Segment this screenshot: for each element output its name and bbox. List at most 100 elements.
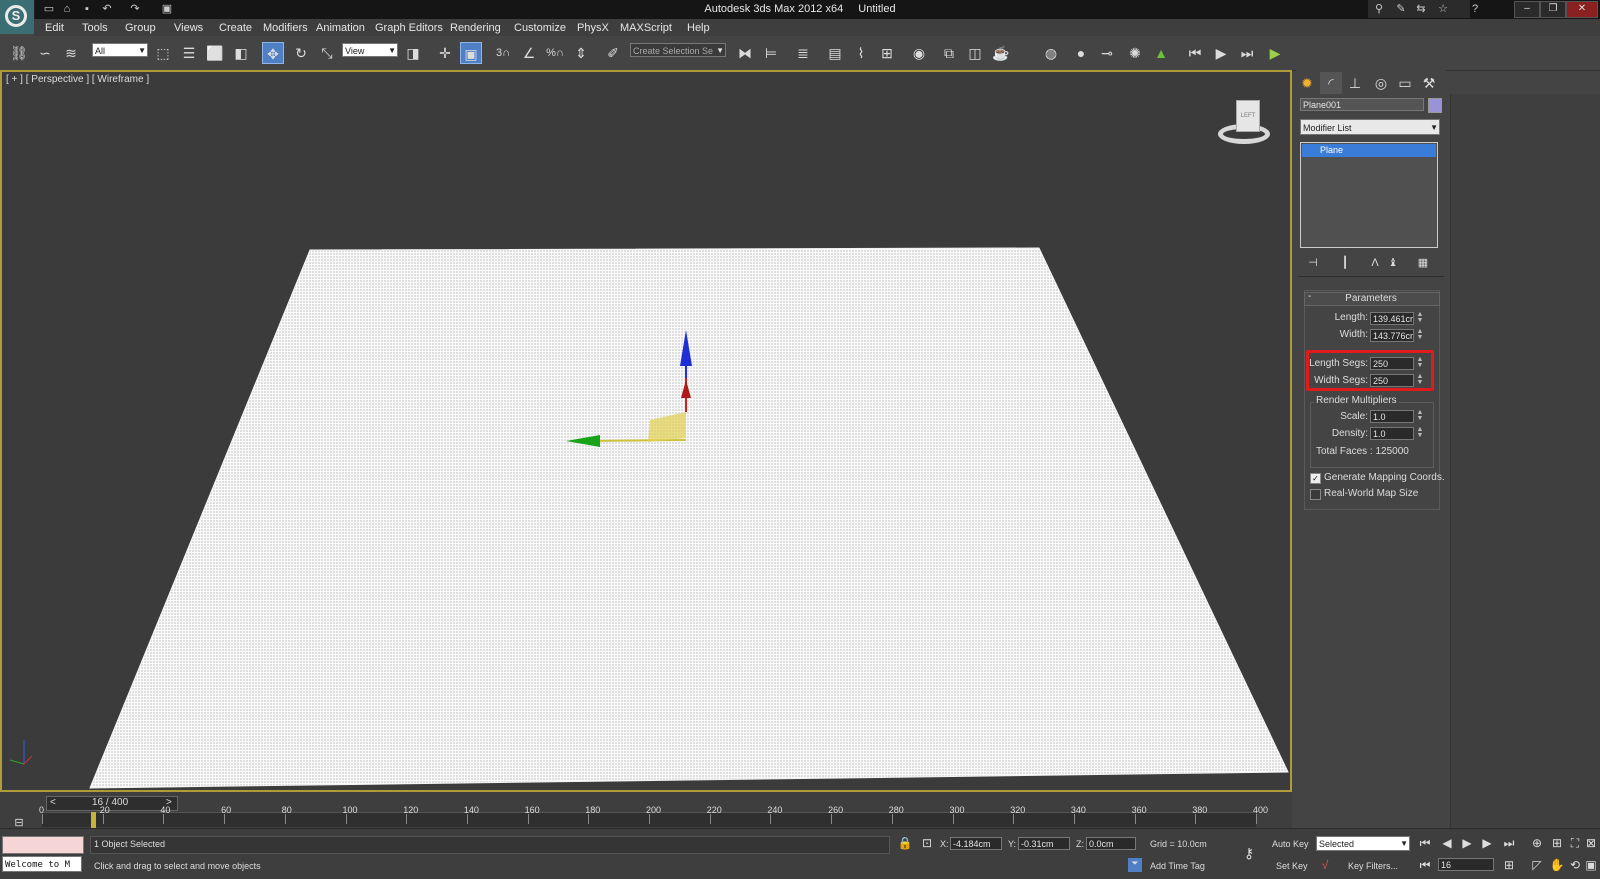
previous-frame-icon[interactable]: ◀	[1438, 836, 1456, 852]
set-key-button[interactable]: Set Key	[1276, 861, 1308, 871]
auto-key-button[interactable]: Auto Key	[1272, 839, 1309, 849]
align-icon[interactable]: ⊨	[760, 42, 782, 64]
zoom-all-icon[interactable]: ⊞	[1548, 836, 1566, 852]
length-spinner[interactable]: ▲ ▼	[1416, 311, 1424, 324]
add-time-tag-button[interactable]: Add Time Tag	[1150, 861, 1205, 871]
scale-field[interactable]: 1.0	[1370, 410, 1414, 423]
width-segs-field[interactable]: 250	[1370, 374, 1414, 387]
physx-explode-icon[interactable]: ✺	[1124, 42, 1146, 64]
bind-space-warp-icon[interactable]: ≋	[60, 42, 82, 64]
close-button[interactable]: ✕	[1566, 1, 1598, 18]
save-icon[interactable]: ▪	[80, 2, 94, 16]
app-logo-button[interactable]: S	[0, 0, 35, 34]
maxscript-listener-input[interactable]	[2, 836, 84, 854]
menu-maxscript[interactable]: MAXScript	[620, 22, 672, 34]
select-object-icon[interactable]: ⬚	[152, 42, 174, 64]
mirror-icon[interactable]: ⧓	[734, 42, 756, 64]
stack-item-plane[interactable]: Plane	[1302, 144, 1436, 157]
tab-modify-icon[interactable]: ◜	[1320, 72, 1342, 94]
physx-step-icon[interactable]: ⏭	[1236, 42, 1258, 64]
render-setup-icon[interactable]: ⧉	[938, 42, 960, 64]
length-segs-field[interactable]: 250	[1370, 357, 1414, 370]
physx-cloth-icon[interactable]: ▲	[1150, 42, 1172, 64]
menu-modifiers[interactable]: Modifiers	[263, 22, 308, 34]
spinner-snap-icon[interactable]: ⇕	[570, 42, 592, 64]
physx-rewind-icon[interactable]: ⏮	[1184, 42, 1206, 64]
tab-motion-icon[interactable]: ◎	[1370, 72, 1392, 94]
go-to-end-icon[interactable]: ⏭	[1500, 836, 1518, 852]
physx-play-icon[interactable]: ▶	[1210, 42, 1232, 64]
tab-hierarchy-icon[interactable]: ⊥	[1344, 72, 1366, 94]
window-crossing-icon[interactable]: ◧	[230, 42, 252, 64]
lock-selection-icon[interactable]: 🔒	[896, 836, 914, 852]
generate-mapping-checkbox[interactable]: ✓	[1310, 473, 1321, 484]
configure-modifier-sets-icon[interactable]: ▦	[1412, 252, 1434, 274]
viewcube-face[interactable]: LEFT	[1236, 100, 1260, 132]
current-frame-marker[interactable]	[90, 812, 96, 828]
redo-icon[interactable]: ↷	[128, 2, 142, 16]
width-field[interactable]: 143.776cr	[1370, 329, 1414, 342]
remove-modifier-icon[interactable]: ♝	[1382, 252, 1404, 274]
set-key-icon[interactable]: ⚷	[1240, 845, 1258, 861]
tab-create-icon[interactable]: ✹	[1296, 72, 1318, 94]
named-selection-dropdown[interactable]: Create Selection Se ▼	[630, 43, 726, 57]
menu-tools[interactable]: Tools	[82, 22, 108, 34]
density-spinner[interactable]: ▲ ▼	[1416, 426, 1424, 439]
layer-manager-icon[interactable]: ≣	[792, 42, 814, 64]
length-field[interactable]: 139.461cr	[1370, 312, 1414, 325]
x-coord-field[interactable]: -4.184cm	[950, 837, 1002, 850]
maximize-viewport-icon[interactable]: ▣	[1582, 858, 1600, 874]
open-file-icon[interactable]: ⌂	[60, 2, 74, 16]
key-mode-toggle-icon[interactable]: ⏮	[1416, 858, 1434, 874]
maxscript-output[interactable]: Welcome to M	[2, 856, 82, 872]
percent-snap-icon[interactable]: %∩	[544, 42, 566, 64]
render-production-icon[interactable]: ☕	[990, 42, 1012, 64]
menu-views[interactable]: Views	[174, 22, 203, 34]
key-tangent-icon[interactable]: √	[1316, 858, 1334, 874]
absolute-mode-icon[interactable]: ⊡	[918, 836, 936, 852]
width-segs-spinner[interactable]: ▲ ▼	[1416, 373, 1424, 386]
menu-physx[interactable]: PhysX	[577, 22, 609, 34]
real-world-map-checkbox[interactable]	[1310, 489, 1321, 500]
viewcube[interactable]: LEFT	[1214, 100, 1274, 150]
physx-icon[interactable]: ◍	[1040, 42, 1062, 64]
next-frame-icon[interactable]: ▶	[1478, 836, 1496, 852]
field-of-view-icon[interactable]: ◸	[1528, 858, 1546, 874]
pivot-center-icon[interactable]: ◨	[402, 42, 424, 64]
play-icon[interactable]: ▶	[1458, 836, 1476, 852]
menu-animation[interactable]: Animation	[316, 22, 365, 34]
key-filters-button[interactable]: Key Filters...	[1348, 861, 1398, 871]
zoom-extents-all-icon[interactable]: ⊠	[1582, 836, 1600, 852]
select-and-move-icon[interactable]: ✥	[262, 42, 284, 64]
mini-curve-editor-icon[interactable]: ⊟	[8, 812, 30, 834]
menu-graph-editors[interactable]: Graph Editors	[375, 22, 443, 34]
menu-group[interactable]: Group	[125, 22, 156, 34]
select-and-scale-icon[interactable]: ⤡	[316, 42, 338, 64]
menu-edit[interactable]: Edit	[45, 22, 64, 34]
y-coord-field[interactable]: -0.31cm	[1018, 837, 1070, 850]
exchange-icon[interactable]: ⇆	[1414, 2, 1428, 16]
help-icon[interactable]: ?	[1468, 2, 1482, 16]
object-name-field[interactable]: Plane001	[1300, 98, 1424, 111]
go-to-start-icon[interactable]: ⏮	[1416, 836, 1434, 852]
manipulate-icon[interactable]: ✛	[434, 42, 456, 64]
object-color-swatch[interactable]	[1428, 98, 1442, 113]
time-slider-prev[interactable]: <	[50, 797, 56, 808]
keyboard-shortcut-override-icon[interactable]: ▣	[460, 42, 482, 64]
width-spinner[interactable]: ▲ ▼	[1416, 328, 1424, 341]
menu-help[interactable]: Help	[687, 22, 710, 34]
rendered-frame-window-icon[interactable]: ◫	[964, 42, 986, 64]
time-configuration-icon[interactable]: ⊞	[1500, 858, 1518, 874]
current-frame-field[interactable]: 16	[1438, 858, 1494, 871]
graphite-toggle-icon[interactable]: ▤	[824, 42, 846, 64]
menu-customize[interactable]: Customize	[514, 22, 566, 34]
tools-icon[interactable]: ✎	[1394, 2, 1408, 16]
schematic-view-icon[interactable]: ⊞	[876, 42, 898, 64]
rectangular-selection-icon[interactable]: ⬜	[204, 42, 226, 64]
physx-tool-icon[interactable]: ⊸	[1096, 42, 1118, 64]
pin-stack-icon[interactable]: ⊣	[1302, 252, 1324, 274]
undo-icon[interactable]: ↶	[100, 2, 114, 16]
favorites-icon[interactable]: ☆	[1436, 2, 1450, 16]
minimize-button[interactable]: –	[1514, 1, 1540, 18]
density-field[interactable]: 1.0	[1370, 427, 1414, 440]
